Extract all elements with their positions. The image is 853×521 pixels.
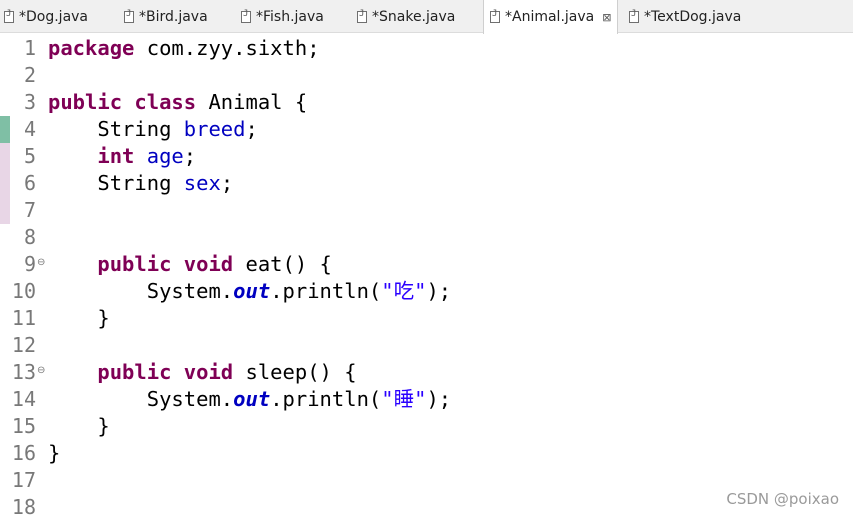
field-name: sex (183, 171, 221, 195)
watermark: CSDN @poixao (726, 490, 839, 508)
line-number: 14 (11, 387, 36, 411)
code-line: int age; (48, 143, 196, 170)
string-literal: "睡" (381, 387, 427, 411)
tab-textdog[interactable]: *TextDog.java (629, 0, 741, 33)
line-number: 3 (23, 90, 36, 114)
keyword: class (134, 90, 197, 114)
java-file-icon (490, 9, 500, 23)
tab-dog[interactable]: *Dog.java (4, 0, 88, 33)
tab-snake[interactable]: *Snake.java (357, 0, 455, 33)
tab-animal[interactable]: *Animal.java ⊠ (483, 0, 619, 34)
code-line: } (48, 413, 110, 440)
line-number: 8 (23, 225, 36, 249)
line-number: 4 (23, 117, 36, 141)
code-text: System. (146, 387, 234, 411)
code-text: .println( (270, 279, 382, 303)
java-file-icon (241, 9, 251, 23)
line-number: 16 (11, 441, 36, 465)
line-number: 13 (11, 360, 36, 384)
code-line: public void sleep() { (48, 359, 357, 386)
static-field: out (233, 279, 271, 303)
code-text: String (97, 171, 172, 195)
static-field: out (233, 387, 271, 411)
code-line: } (48, 440, 60, 467)
java-file-icon (4, 9, 14, 23)
java-file-icon (357, 9, 367, 23)
code-text: eat() { (233, 252, 332, 276)
tab-label: *Bird.java (139, 8, 208, 25)
line-number: 7 (23, 198, 36, 222)
code-line: package com.zyy.sixth; (48, 35, 320, 62)
fold-collapse-icon[interactable]: ⊖ (37, 257, 45, 268)
code-line: public void eat() { (48, 251, 332, 278)
code-line: public class Animal { (48, 89, 307, 116)
line-number: 17 (11, 468, 36, 492)
tab-label: *Fish.java (256, 8, 324, 25)
line-number: 11 (11, 306, 36, 330)
line-number: 9 (23, 252, 36, 276)
keyword: int (97, 144, 135, 168)
code-line: } (48, 305, 110, 332)
code-text: ); (426, 387, 452, 411)
code-text: System. (146, 279, 234, 303)
code-text: .println( (270, 387, 382, 411)
line-number: 5 (23, 144, 36, 168)
code-text: } (97, 414, 110, 438)
code-text: ); (426, 279, 452, 303)
java-file-icon (629, 9, 639, 23)
code-line: System.out.println("睡"); (48, 386, 451, 413)
line-number: 18 (11, 495, 36, 519)
tab-fish[interactable]: *Fish.java (241, 0, 324, 33)
code-line: System.out.println("吃"); (48, 278, 451, 305)
line-number: 2 (23, 63, 36, 87)
keyword: void (183, 360, 234, 384)
code-line: String breed; (48, 116, 258, 143)
line-number: 1 (23, 36, 36, 60)
code-text: } (48, 441, 61, 465)
tab-bird[interactable]: *Bird.java (124, 0, 208, 33)
close-icon[interactable]: ⊠ (602, 11, 611, 24)
string-literal: "吃" (381, 279, 427, 303)
code-line: String sex; (48, 170, 233, 197)
code-text: ; (220, 171, 234, 195)
code-text: String (97, 117, 172, 141)
line-number: 6 (23, 171, 36, 195)
code-text: sleep() { (233, 360, 357, 384)
tab-label: *Dog.java (19, 8, 89, 25)
code-text: com.zyy.sixth; (134, 36, 320, 60)
java-file-icon (124, 9, 134, 23)
keyword: public (97, 252, 172, 276)
tab-label: *Animal.java (505, 9, 595, 25)
code-text: ; (245, 117, 258, 141)
line-number: 10 (11, 279, 36, 303)
editor-tab-bar: *Dog.java *Bird.java *Fish.java *Snake.j… (0, 0, 853, 34)
line-number: 12 (11, 333, 36, 357)
code-text: } (97, 306, 110, 330)
keyword: package (48, 36, 135, 60)
field-name: breed (183, 117, 246, 141)
code-text: ; (183, 144, 197, 168)
keyword: public (97, 360, 172, 384)
keyword: public (48, 90, 123, 114)
keyword: void (183, 252, 234, 276)
fold-collapse-icon[interactable]: ⊖ (37, 365, 45, 376)
tab-label: *Snake.java (372, 8, 456, 25)
line-number: 15 (11, 414, 36, 438)
tab-label: *TextDog.java (644, 8, 742, 25)
code-text: Animal { (196, 90, 308, 114)
field-name: age (146, 144, 184, 168)
